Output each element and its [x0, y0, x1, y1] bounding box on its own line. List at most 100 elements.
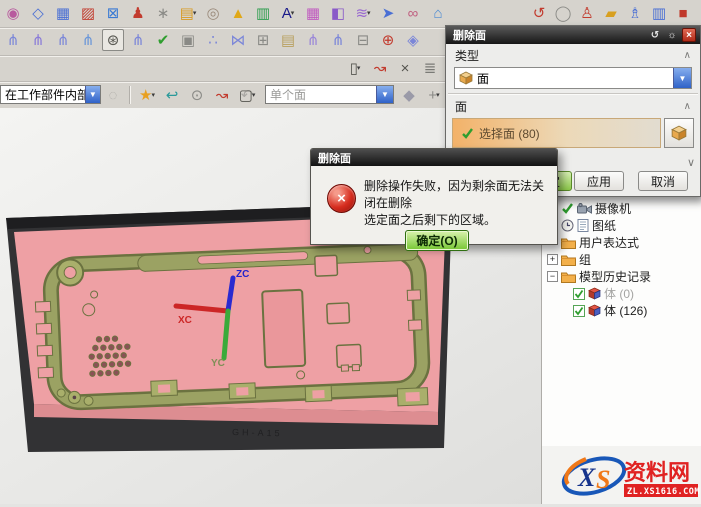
dropdown-caret-icon[interactable]: ▾ — [436, 91, 440, 99]
error-dialog-titlebar[interactable]: 删除面 — [311, 149, 557, 166]
notebook-icon[interactable]: ▯▾ — [344, 57, 366, 79]
delete-face-icon[interactable]: ⋔ — [327, 29, 349, 51]
filter-nav-icon[interactable]: ◆ — [398, 84, 420, 106]
replace-face-icon[interactable]: ⋔ — [77, 29, 99, 51]
plus-expander-icon[interactable]: + — [547, 254, 558, 265]
snap-point-icon[interactable]: +▾ — [423, 84, 445, 106]
speaker-hole — [93, 345, 99, 351]
cut-face-icon[interactable]: ⋔ — [302, 29, 324, 51]
close-icon[interactable]: × — [682, 28, 696, 42]
alert-bell-icon[interactable]: ▲ — [227, 2, 249, 24]
orbit-icon[interactable]: ◉ — [2, 2, 24, 24]
dropdown-caret-icon[interactable]: ▾ — [151, 91, 155, 99]
chart-icon[interactable]: ▥ — [252, 2, 274, 24]
copy-face-icon[interactable]: ⊞ — [252, 29, 274, 51]
face-rule-combo[interactable]: 单个面 ▼ — [265, 85, 394, 104]
select-face-cube-button[interactable] — [664, 118, 694, 148]
marquee-select-icon[interactable]: ▢▾ — [236, 84, 258, 106]
type-section-label: 类型 — [455, 47, 479, 64]
lamp-icon[interactable]: ⌂ — [427, 2, 449, 24]
dropdown-caret-icon[interactable]: ▾ — [252, 91, 256, 99]
gear-icon[interactable]: ☼ — [665, 28, 679, 42]
mold-engraving: GH-A15 — [232, 427, 283, 438]
tree-item-body-126[interactable]: 体 (126) — [544, 302, 700, 319]
selection-scope-combo[interactable]: 在工作部件内部 ▼ — [0, 85, 101, 104]
layer-settings-icon[interactable]: ≣ — [419, 57, 441, 79]
select-face-field[interactable]: 选择面 (80) — [452, 118, 661, 148]
datum-compass-icon[interactable]: ⊛ — [102, 29, 124, 51]
link-icon[interactable]: ∞ — [402, 2, 424, 24]
type-section-header[interactable]: 类型 ∧ — [446, 44, 700, 66]
gold-ingot-icon[interactable]: ▰ — [600, 2, 622, 24]
group-face-icon[interactable]: ⊟ — [352, 29, 374, 51]
apply-button[interactable]: 应用 — [574, 171, 624, 191]
deselect-all-icon[interactable]: ↝ — [211, 84, 233, 106]
minus-expander-icon[interactable]: − — [547, 271, 558, 282]
spring-icon[interactable]: ≋▾ — [352, 2, 374, 24]
blue-operator-icon[interactable]: ♗ — [624, 2, 646, 24]
chevron-down-icon[interactable]: ▼ — [673, 68, 691, 88]
solid-icon — [588, 287, 601, 300]
error-dialog: 删除面 × 删除操作失败，因为剩余面无法关闭在删除 选定面之后剩下的区域。 确定… — [310, 148, 558, 245]
mannequin-icon[interactable]: ♟ — [127, 2, 149, 24]
toolbox-icon[interactable]: ▤▾ — [177, 2, 199, 24]
pipe-bend-icon[interactable]: ↺ — [528, 2, 550, 24]
face-type-dropdown[interactable]: 面 ▼ — [454, 67, 692, 89]
tree-item-model-history[interactable]: −模型历史记录 — [544, 268, 700, 285]
tree-item-group[interactable]: +组 — [544, 251, 700, 268]
tree-item-body-0[interactable]: 体 (0) — [544, 285, 700, 302]
red-cube-icon[interactable]: ■ — [672, 2, 694, 24]
chevron-down-icon[interactable]: ▼ — [376, 86, 393, 103]
sketch-icon[interactable]: ▨ — [77, 2, 99, 24]
remove-parameters-icon[interactable]: × — [394, 57, 416, 79]
tree-item-drawing[interactable]: 图纸 — [544, 217, 700, 234]
brush-icon[interactable]: ➤ — [377, 2, 399, 24]
toolbar-row1-left: ◉◇▦▨⊠♟∗▤▾◎▲▥A▾▦◧≋▾➤∞⌂ — [2, 2, 449, 24]
face-section-header[interactable]: 面 ∧ — [446, 95, 700, 117]
field-analyst-icon[interactable]: ♙ — [576, 2, 598, 24]
tree-item-camera[interactable]: 摄像机 — [544, 200, 700, 217]
shaded-box-icon[interactable]: ⊠ — [102, 2, 124, 24]
pull-face-icon[interactable]: ⋔ — [27, 29, 49, 51]
error-ok-button[interactable]: 确定(O) — [405, 230, 469, 251]
manual-book-icon[interactable]: ▥ — [648, 2, 670, 24]
reset-icon[interactable]: ↺ — [648, 28, 662, 42]
tree-item-user-expressions[interactable]: 用户表达式 — [544, 234, 700, 251]
cancel-button[interactable]: 取消 — [638, 171, 688, 191]
approve-check-icon[interactable]: ✔ — [152, 29, 174, 51]
mesh-cube-icon[interactable]: ▦ — [302, 2, 324, 24]
constraint-spider-icon[interactable]: ∗ — [152, 2, 174, 24]
wireframe-cube-icon[interactable]: ◇ — [27, 2, 49, 24]
paste-face-icon[interactable]: ▤ — [277, 29, 299, 51]
delete-face-dialog-titlebar[interactable]: 删除面 ↺ ☼ × — [446, 26, 700, 44]
annotation-text-icon[interactable]: A▾ — [277, 2, 299, 24]
stop-check-icon[interactable]: ◈ — [402, 29, 424, 51]
shell-body-icon[interactable]: ▣ — [177, 29, 199, 51]
resize-blend-icon[interactable]: ⋔ — [127, 29, 149, 51]
pattern-face-icon[interactable]: ∴ — [202, 29, 224, 51]
selection-history-icon[interactable]: ◌ — [102, 84, 124, 106]
edit-cross-section-icon[interactable]: ⊕ — [377, 29, 399, 51]
speaker-hole — [125, 344, 131, 350]
general-selection-filter-icon[interactable]: ★▾ — [136, 84, 158, 106]
move-face-icon[interactable]: ⋔ — [2, 29, 24, 51]
highlight-ellipse-icon[interactable]: ⊙ — [186, 84, 208, 106]
mirror-face-icon[interactable]: ⋈ — [227, 29, 249, 51]
datum-grid-icon[interactable]: ▦ — [52, 2, 74, 24]
reverse-selection-icon[interactable]: ↩ — [161, 84, 183, 106]
dropdown-caret-icon[interactable]: ▾ — [291, 9, 295, 17]
dropdown-caret-icon[interactable]: ▾ — [367, 9, 371, 17]
dropdown-caret-icon[interactable]: ▾ — [357, 64, 361, 72]
gold-ingot-glyph: ▰ — [605, 6, 617, 21]
scroll-down-icon[interactable]: ∨ — [687, 156, 695, 169]
chevron-down-icon[interactable]: ▼ — [85, 86, 100, 103]
offset-region-icon[interactable]: ⋔ — [52, 29, 74, 51]
dropdown-caret-icon[interactable]: ▾ — [193, 9, 197, 17]
collapse-icon[interactable]: ∧ — [684, 50, 691, 61]
clamp-icon[interactable]: ◎ — [202, 2, 224, 24]
cube-stack-icon[interactable]: ◧ — [327, 2, 349, 24]
wire-sphere-icon[interactable]: ◯ — [552, 2, 574, 24]
collapse-icon[interactable]: ∧ — [684, 101, 691, 112]
interpart-link-icon[interactable]: ↝ — [369, 57, 391, 79]
wireframe-cube-glyph: ◇ — [32, 6, 44, 21]
